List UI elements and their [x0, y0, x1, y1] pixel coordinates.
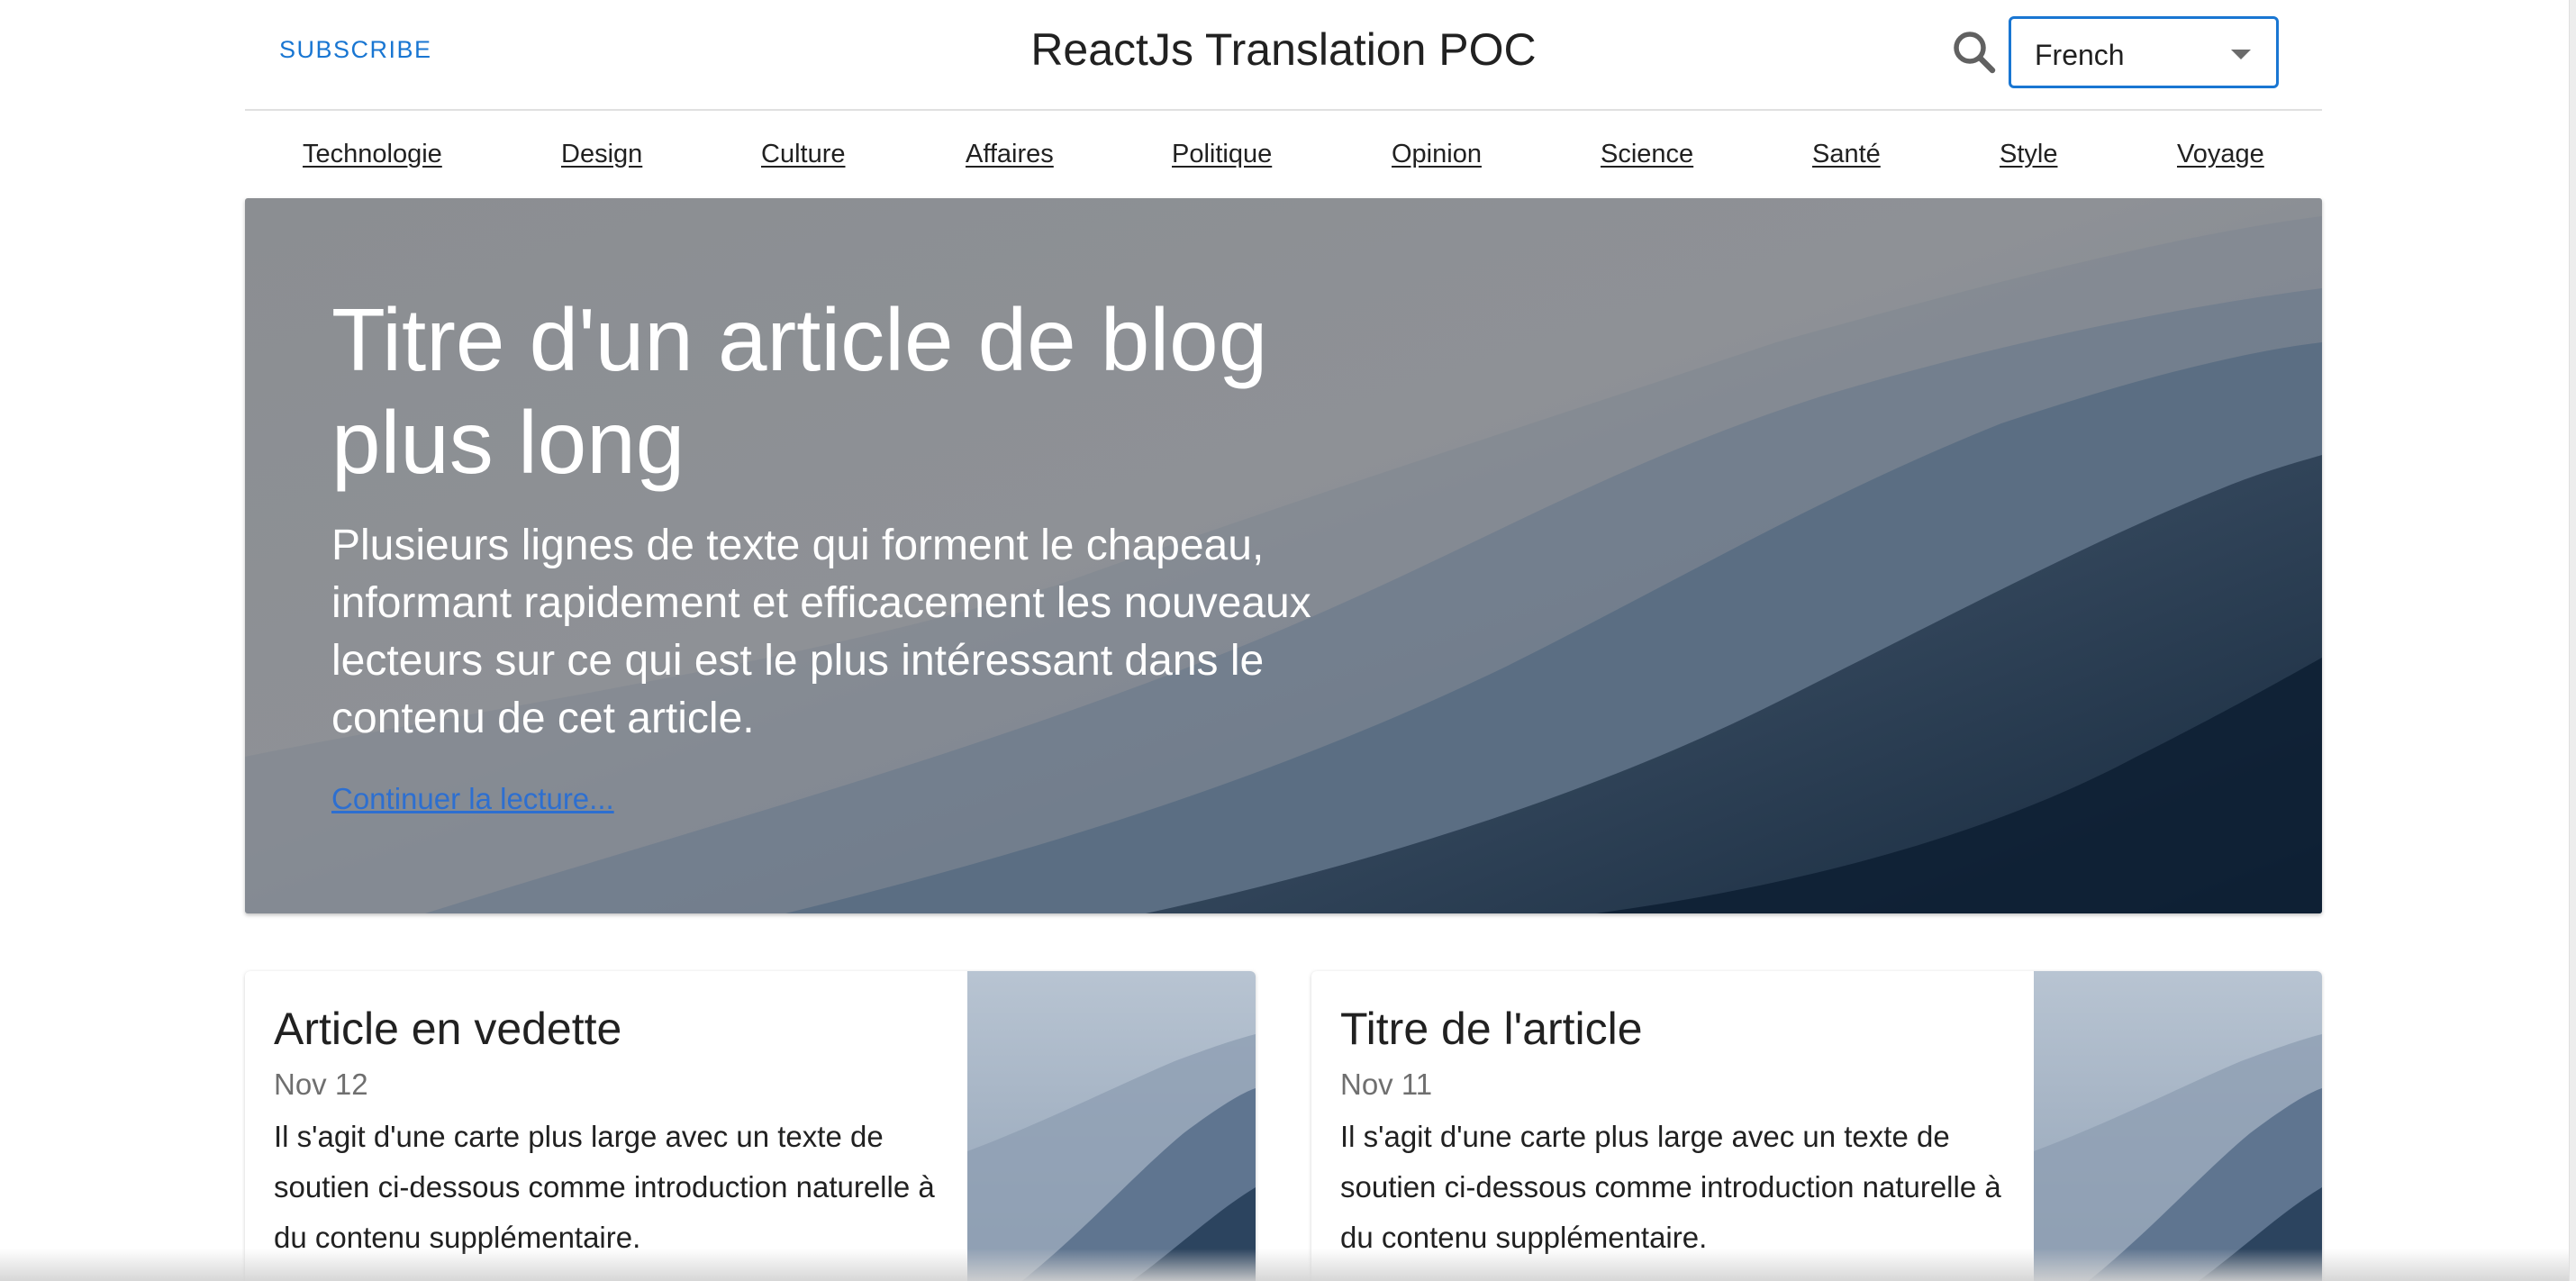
- main-container: SUBSCRIBE ReactJs Translation POC French…: [245, 0, 2322, 1281]
- card-thumbnail-image: [2034, 971, 2322, 1281]
- nav-link-sante[interactable]: Santé: [1812, 140, 1881, 169]
- card-description: Il s'agit d'une carte plus large avec un…: [1340, 1120, 2001, 1254]
- chevron-down-icon: [2231, 50, 2251, 59]
- window-edge: [2569, 0, 2576, 1281]
- nav-link-voyage[interactable]: Voyage: [2177, 140, 2264, 169]
- card-title: Titre de l'article: [1340, 1004, 1643, 1054]
- card-thumbnail-image: [967, 971, 1256, 1281]
- continue-reading-link[interactable]: Continuer la lecture...: [331, 782, 614, 816]
- nav-link-affaires[interactable]: Affaires: [966, 140, 1054, 169]
- language-select[interactable]: French: [2009, 16, 2279, 88]
- hero-content: Titre d'un article de blog plus long Plu…: [331, 288, 1322, 816]
- post-card[interactable]: Titre de l'article Nov 11 Il s'agit d'un…: [1311, 971, 2322, 1281]
- nav-link-opinion[interactable]: Opinion: [1392, 140, 1482, 169]
- site-header: SUBSCRIBE ReactJs Translation POC French: [245, 0, 2322, 111]
- search-icon[interactable]: [1947, 25, 2001, 79]
- card-content: Article en vedette Nov 12 Il s'agit d'un…: [274, 1002, 958, 1263]
- nav-link-politique[interactable]: Politique: [1172, 140, 1272, 169]
- card-date: Nov 12: [274, 1068, 368, 1101]
- nav-link-science[interactable]: Science: [1601, 140, 1693, 169]
- card-date: Nov 11: [1340, 1068, 1433, 1101]
- featured-post-card[interactable]: Article en vedette Nov 12 Il s'agit d'un…: [245, 971, 1256, 1281]
- hero-description: Plusieurs lignes de texte qui forment le…: [331, 522, 1311, 742]
- language-select-value: French: [2035, 39, 2125, 71]
- nav-link-culture[interactable]: Culture: [761, 140, 846, 169]
- page: SUBSCRIBE ReactJs Translation POC French…: [0, 0, 2576, 1281]
- card-content: Titre de l'article Nov 11 Il s'agit d'un…: [1340, 1002, 2025, 1263]
- nav-link-design[interactable]: Design: [561, 140, 642, 169]
- card-title: Article en vedette: [274, 1004, 622, 1054]
- hero-banner: Titre d'un article de blog plus long Plu…: [245, 198, 2322, 913]
- category-nav: Technologie Design Culture Affaires Poli…: [245, 111, 2322, 197]
- hero-title: Titre d'un article de blog plus long: [331, 290, 1268, 492]
- nav-link-style[interactable]: Style: [2000, 140, 2057, 169]
- nav-link-technologie[interactable]: Technologie: [303, 140, 442, 169]
- card-description: Il s'agit d'une carte plus large avec un…: [274, 1120, 935, 1254]
